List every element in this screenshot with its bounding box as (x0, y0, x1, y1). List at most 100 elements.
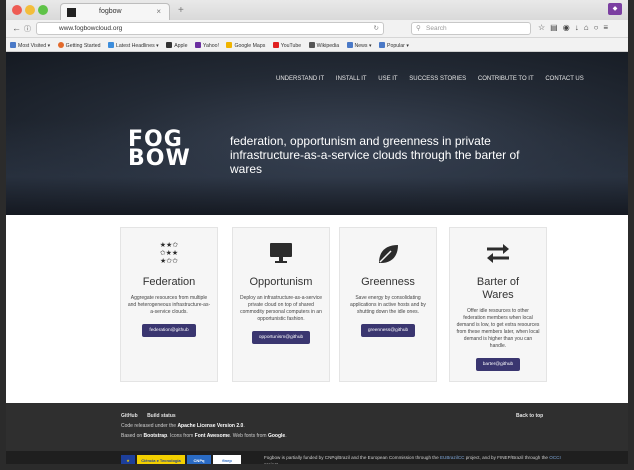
url-text: www.fogbowcloud.org (59, 25, 123, 32)
feature-title: Opportunism (249, 276, 313, 288)
bookmark-apple[interactable]: Apple (166, 42, 187, 49)
page-content: UNDERSTAND IT INSTALL IT USE IT SUCCESS … (6, 52, 628, 467)
nav-use-it[interactable]: USE IT (378, 76, 397, 82)
apple-icon (166, 42, 173, 48)
browser-window: fogbow × + ◆ ← ⓘ www.fogbowcloud.org ↻ ⚲… (0, 0, 634, 470)
cnpq-logo: CNPq (187, 455, 211, 464)
monitor-icon (233, 242, 329, 270)
maximize-window-button[interactable] (38, 5, 48, 15)
eu-flag-logo: ★ (121, 455, 135, 464)
feature-card-greenness: Greenness Save energy by consolidating a… (339, 227, 437, 382)
finep-logo: finep (213, 455, 241, 464)
feature-card-opportunism: Opportunism Deploy an infrastructure-as-… (232, 227, 330, 382)
youtube-icon (272, 42, 279, 48)
webfonts-text: Web fonts from (232, 433, 267, 439)
bookmark-popular[interactable]: Popular ▾ (379, 42, 409, 49)
google-link[interactable]: Google (268, 433, 285, 439)
fogbow-favicon-icon (67, 8, 76, 17)
stars-icon: ★★✩ ✩★★ ★✩✩ (159, 242, 179, 265)
sync-icon[interactable]: ○ (594, 23, 604, 32)
nav-contact-us[interactable]: CONTACT US (545, 76, 583, 82)
search-icon: ⚲ (416, 25, 421, 32)
close-tab-icon[interactable]: × (156, 7, 161, 16)
feature-title: Federation (142, 276, 196, 288)
barter-github-button[interactable]: barter@github (475, 358, 521, 371)
feature-description: Deploy an infrastructure-as-a-service pr… (240, 295, 322, 322)
feature-title: Barter of Wares (476, 276, 520, 301)
license-line: Code released under the Apache License V… (121, 423, 245, 429)
menu-icon[interactable]: ≡ (603, 23, 613, 32)
opportunism-github-button[interactable]: opportunism@github (251, 331, 311, 344)
mcti-logo: Ciência e Tecnologia (137, 455, 185, 464)
feature-description: Save energy by consolidating application… (350, 295, 426, 315)
url-input[interactable]: www.fogbowcloud.org ↻ (36, 22, 384, 35)
logo-line2: BOW (128, 146, 191, 171)
fogbow-logo[interactable]: FOG BOW (128, 129, 191, 171)
bookmark-star-icon[interactable]: ☆ (538, 23, 550, 32)
nav-install-it[interactable]: INSTALL IT (336, 76, 367, 82)
reading-list-icon[interactable]: ▤ (550, 23, 563, 32)
occi-link[interactable]: OCCI (549, 455, 560, 460)
hero-tagline: federation, opportunism and greenness in… (230, 134, 520, 176)
eubrazilcc-link[interactable]: EUBrazilCC (440, 455, 465, 460)
feature-description: Offer idle resources to other federation… (456, 308, 540, 349)
extension-icon[interactable]: ◆ (608, 3, 622, 15)
nav-contribute-to-it[interactable]: CONTRIBUTE TO IT (478, 76, 534, 82)
bookmark-most-visited[interactable]: Most Visited ▾ (10, 42, 50, 49)
bookmark-youtube[interactable]: YouTube (272, 42, 301, 49)
based-on-text: Based on (121, 433, 143, 439)
bookmarks-bar: Most Visited ▾ Getting Started Latest He… (6, 38, 628, 52)
back-to-top-link[interactable]: Back to top (516, 413, 543, 419)
download-icon[interactable]: ↓ (575, 23, 584, 32)
home-icon[interactable]: ⌂ (584, 23, 594, 32)
back-arrow-icon[interactable]: ← (12, 23, 21, 33)
info-icon[interactable]: ⓘ (24, 24, 31, 34)
funding-text: Fogbow is partially funded by CNPq/Brazi… (264, 454, 564, 467)
bookmark-wikipedia[interactable]: Wikipedia (308, 42, 339, 49)
navigation-bar: ← ⓘ www.fogbowcloud.org ↻ ⚲ Search ☆▤◉↓⌂… (6, 20, 628, 38)
page-footer: GitHub Build status Code released under … (6, 403, 628, 451)
funding-prefix: Fogbow is partially funded by CNPq/Brazi… (264, 455, 439, 460)
exchange-icon (450, 242, 546, 270)
greenness-github-button[interactable]: greenness@github (360, 324, 416, 337)
bookmark-latest-headlines[interactable]: Latest Headlines ▾ (108, 42, 159, 49)
bootstrap-link[interactable]: Bootstrap (144, 433, 168, 439)
folder-icon (10, 42, 16, 48)
reload-icon[interactable]: ↻ (374, 24, 379, 32)
folder-icon (346, 42, 353, 48)
nav-understand-it[interactable]: UNDERSTAND IT (276, 76, 324, 82)
feature-card-federation: ★★✩ ✩★★ ★✩✩ Federation Aggregate resourc… (120, 227, 218, 382)
nav-success-stories[interactable]: SUCCESS STORIES (409, 76, 466, 82)
bookmark-yahoo[interactable]: Yahoo! (194, 42, 219, 49)
leaf-icon (340, 242, 436, 270)
funding-bar: ★ Ciência e Tecnologia CNPq finep Fogbow… (6, 451, 628, 467)
search-input[interactable]: ⚲ Search (411, 22, 531, 35)
funding-mid: project, and by FINEP/Brazil through the (465, 455, 548, 460)
build-status-link[interactable]: Build status (147, 413, 176, 419)
yahoo-icon (194, 42, 201, 48)
bookmark-getting-started[interactable]: Getting Started (57, 42, 101, 49)
license-prefix: Code released under the (121, 423, 177, 429)
features-section: ★★✩ ✩★★ ★✩✩ Federation Aggregate resourc… (6, 215, 628, 403)
federation-github-button[interactable]: federation@github (142, 324, 196, 337)
bookmark-google-maps[interactable]: Google Maps (226, 42, 265, 49)
bookmark-news[interactable]: News ▾ (346, 42, 372, 49)
apache-license-link[interactable]: Apache License Version 2.0 (177, 423, 243, 429)
funding-suffix: project. (264, 462, 280, 467)
rss-icon (108, 42, 115, 48)
title-bar: fogbow × + ◆ (6, 0, 628, 20)
toolbar-icons: ☆▤◉↓⌂○≡ (538, 23, 613, 32)
folder-icon (379, 42, 386, 48)
font-awesome-link[interactable]: Font Awesome (195, 433, 230, 439)
browser-tab[interactable]: fogbow × (60, 3, 170, 20)
feature-title: Greenness (361, 276, 415, 288)
minimize-window-button[interactable] (25, 5, 35, 15)
new-tab-button[interactable]: + (178, 5, 184, 16)
wikipedia-icon (308, 42, 315, 48)
pocket-icon[interactable]: ◉ (563, 23, 575, 32)
tab-title: fogbow (99, 8, 122, 15)
github-link[interactable]: GitHub (121, 413, 138, 419)
close-window-button[interactable] (12, 5, 22, 15)
feature-card-barter: Barter of Wares Offer idle resources to … (449, 227, 547, 382)
footer-links: GitHub Build status (121, 413, 184, 419)
